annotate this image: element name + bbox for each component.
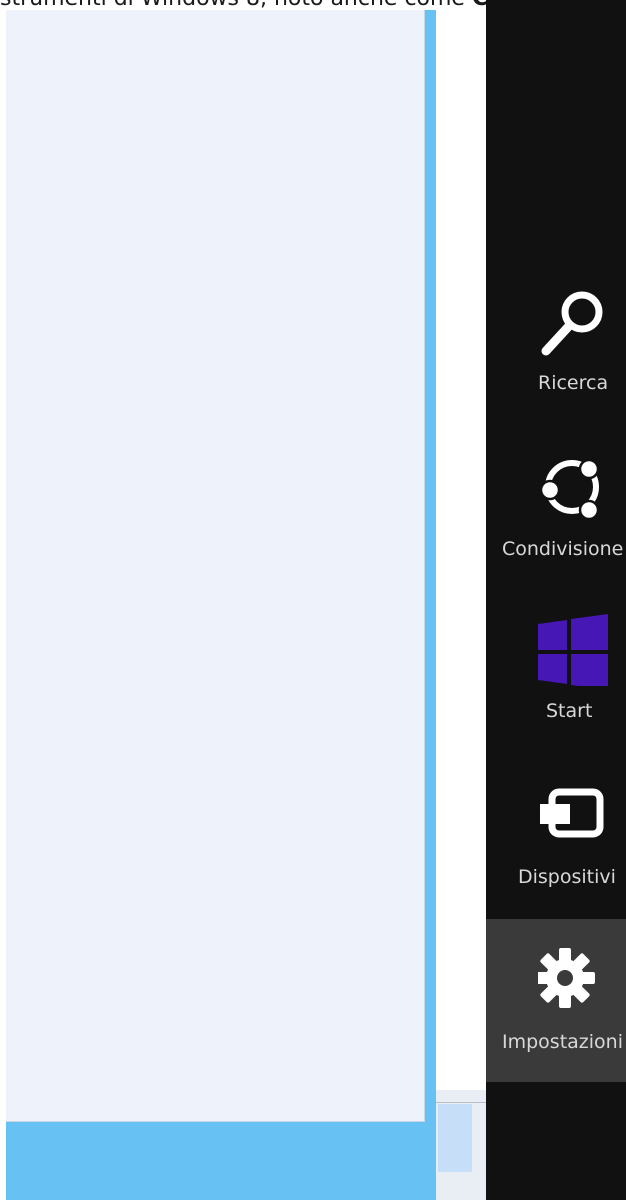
charm-settings[interactable]: Impostazioni [486, 919, 626, 1082]
charm-search-label: Ricerca [538, 372, 609, 394]
charm-start-label: Start [546, 700, 593, 722]
screen: strumenti di Windows 8, noto anche come … [0, 0, 626, 1200]
charm-share[interactable]: Condivisione [486, 440, 626, 588]
charm-share-label: Condivisione [502, 538, 624, 560]
desktop-background-strip [436, 1090, 486, 1200]
taskbar-divider [436, 1102, 486, 1103]
charm-search[interactable]: Ricerca [486, 272, 626, 412]
charm-devices[interactable]: Dispositivi [486, 770, 626, 910]
app-window-content[interactable] [6, 10, 425, 1122]
charm-devices-label: Dispositivi [518, 866, 616, 888]
devices-icon [540, 788, 604, 838]
charms-bar: Ricerca Condivisione Start Dispositivi I… [486, 0, 626, 1200]
share-icon [539, 458, 600, 521]
gear-icon [538, 948, 595, 1008]
charm-start[interactable]: Start [486, 606, 626, 746]
taskbar-tile [438, 1104, 472, 1172]
windows-logo-icon [538, 614, 608, 686]
charm-settings-label: Impostazioni [502, 1031, 623, 1053]
search-icon [541, 291, 603, 356]
